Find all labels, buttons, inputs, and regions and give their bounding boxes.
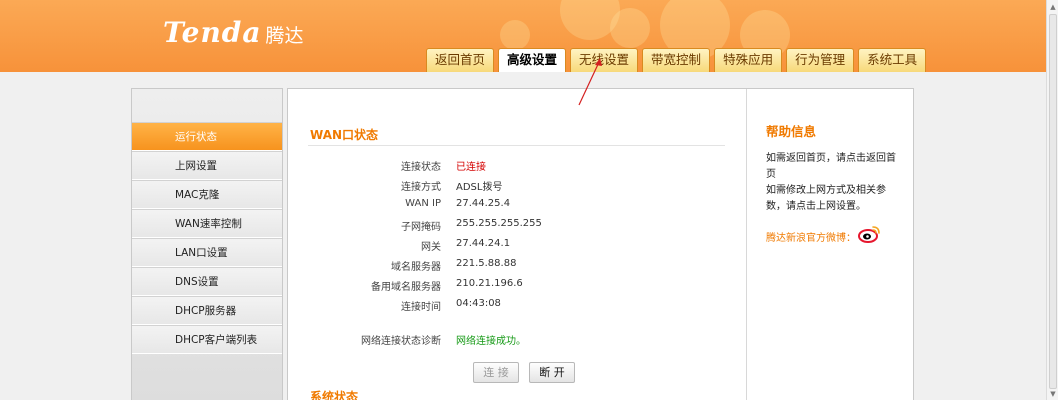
wan-ip-value: 27.44.25.4 bbox=[456, 198, 511, 209]
decor-bubble bbox=[500, 20, 530, 50]
tab-special-apps[interactable]: 特殊应用 bbox=[714, 48, 783, 72]
status-row: 域名服务器 221.5.88.88 bbox=[308, 254, 728, 274]
status-row: 连接方式 ADSL拨号 bbox=[308, 174, 728, 194]
sidebar-item-lan-settings[interactable]: LAN口设置 bbox=[132, 238, 282, 267]
help-panel: 帮助信息 如需返回首页，请点击返回首页 如需修改上网方式及相关参数，请点击上网设… bbox=[748, 89, 913, 400]
status-row: 网络连接状态诊断 网络连接成功。 bbox=[308, 328, 728, 348]
top-nav-tabs: 返回首页 高级设置 无线设置 带宽控制 特殊应用 行为管理 系统工具 bbox=[426, 48, 930, 72]
network-diagnosis-value: 网络连接成功。 bbox=[456, 336, 526, 347]
dns-server-value: 221.5.88.88 bbox=[456, 258, 517, 269]
tab-home[interactable]: 返回首页 bbox=[426, 48, 495, 72]
logo-text-cn: 腾达 bbox=[265, 25, 304, 47]
backup-dns-server-label: 备用域名服务器 bbox=[371, 282, 441, 293]
subnet-mask-label: 子网掩码 bbox=[401, 222, 441, 233]
wan-ip-label: WAN IP bbox=[405, 198, 441, 209]
gateway-value: 27.44.24.1 bbox=[456, 238, 511, 249]
tenda-logo: Tenda 腾达 bbox=[163, 16, 304, 49]
wan-status-title: WAN口状态 bbox=[310, 128, 379, 142]
tab-advanced-settings[interactable]: 高级设置 bbox=[498, 48, 567, 72]
connection-status-value: 已连接 bbox=[456, 162, 486, 173]
header-banner: Tenda 腾达 返回首页 高级设置 无线设置 带宽控制 特殊应用 行为管理 系… bbox=[0, 0, 1046, 72]
subnet-mask-value: 255.255.255.255 bbox=[456, 218, 542, 229]
sidebar-item-dhcp-client-list[interactable]: DHCP客户端列表 bbox=[132, 325, 282, 354]
status-row: 备用域名服务器 210.21.196.6 bbox=[308, 274, 728, 294]
scrollbar-thumb[interactable] bbox=[1049, 14, 1057, 389]
tab-bandwidth-control[interactable]: 带宽控制 bbox=[642, 48, 711, 72]
help-text-internet: 如需修改上网方式及相关参数，请点击上网设置。 bbox=[766, 185, 886, 212]
status-content: WAN口状态 连接状态 已连接 连接方式 ADSL拨号 WAN IP 27.44… bbox=[288, 89, 747, 400]
connection-type-value: ADSL拨号 bbox=[456, 182, 503, 193]
status-row: 连接时间 04:43:08 bbox=[308, 294, 728, 314]
status-row: 网关 27.44.24.1 bbox=[308, 234, 728, 254]
connection-time-label: 连接时间 bbox=[401, 302, 441, 313]
network-diagnosis-label: 网络连接状态诊断 bbox=[361, 336, 441, 347]
help-text-home: 如需返回首页，请点击返回首页 bbox=[766, 153, 896, 180]
disconnect-button[interactable]: 断 开 bbox=[529, 362, 575, 383]
scroll-down-icon[interactable]: ▼ bbox=[1049, 390, 1057, 398]
tab-behavior-management[interactable]: 行为管理 bbox=[786, 48, 855, 72]
status-row: 子网掩码 255.255.255.255 bbox=[308, 214, 728, 234]
sidebar-item-internet-settings[interactable]: 上网设置 bbox=[132, 151, 282, 180]
connection-time-value: 04:43:08 bbox=[456, 298, 501, 309]
sidebar-item-mac-clone[interactable]: MAC克隆 bbox=[132, 180, 282, 209]
sidebar-item-running-status[interactable]: 运行状态 bbox=[132, 122, 282, 151]
red-arrow bbox=[578, 58, 602, 106]
help-text: 如需返回首页，请点击返回首页 如需修改上网方式及相关参数，请点击上网设置。 bbox=[766, 151, 904, 215]
weibo-link[interactable]: 腾达新浪官方微博： bbox=[766, 229, 856, 244]
scroll-up-icon[interactable]: ▲ bbox=[1049, 3, 1057, 11]
backup-dns-server-value: 210.21.196.6 bbox=[456, 278, 523, 289]
system-status-title: 系统状态 bbox=[310, 390, 359, 400]
logo-text-en: Tenda bbox=[163, 16, 262, 49]
status-row: WAN IP 27.44.25.4 bbox=[308, 194, 728, 214]
sidebar: 运行状态 上网设置 MAC克隆 WAN速率控制 LAN口设置 DNS设置 DHC… bbox=[131, 88, 283, 400]
divider bbox=[308, 145, 725, 146]
tab-system-tools[interactable]: 系统工具 bbox=[858, 48, 927, 72]
sidebar-item-wan-rate-control[interactable]: WAN速率控制 bbox=[132, 209, 282, 238]
sidebar-menu: 运行状态 上网设置 MAC克隆 WAN速率控制 LAN口设置 DNS设置 DHC… bbox=[132, 122, 282, 354]
sidebar-item-dhcp-server[interactable]: DHCP服务器 bbox=[132, 296, 282, 325]
weibo-icon[interactable] bbox=[858, 223, 882, 243]
help-title: 帮助信息 bbox=[766, 124, 817, 139]
connect-button[interactable]: 连 接 bbox=[473, 362, 519, 383]
connection-type-label: 连接方式 bbox=[401, 182, 441, 193]
sidebar-item-dns-settings[interactable]: DNS设置 bbox=[132, 267, 282, 296]
dns-server-label: 域名服务器 bbox=[391, 262, 441, 273]
connection-status-label: 连接状态 bbox=[401, 162, 441, 173]
page-scrollbar[interactable]: ▲ ▼ bbox=[1046, 0, 1058, 400]
main-panel: WAN口状态 连接状态 已连接 连接方式 ADSL拨号 WAN IP 27.44… bbox=[287, 88, 914, 400]
status-row: 连接状态 已连接 bbox=[308, 154, 728, 174]
gateway-label: 网关 bbox=[421, 242, 441, 253]
decor-bubble bbox=[610, 8, 650, 48]
